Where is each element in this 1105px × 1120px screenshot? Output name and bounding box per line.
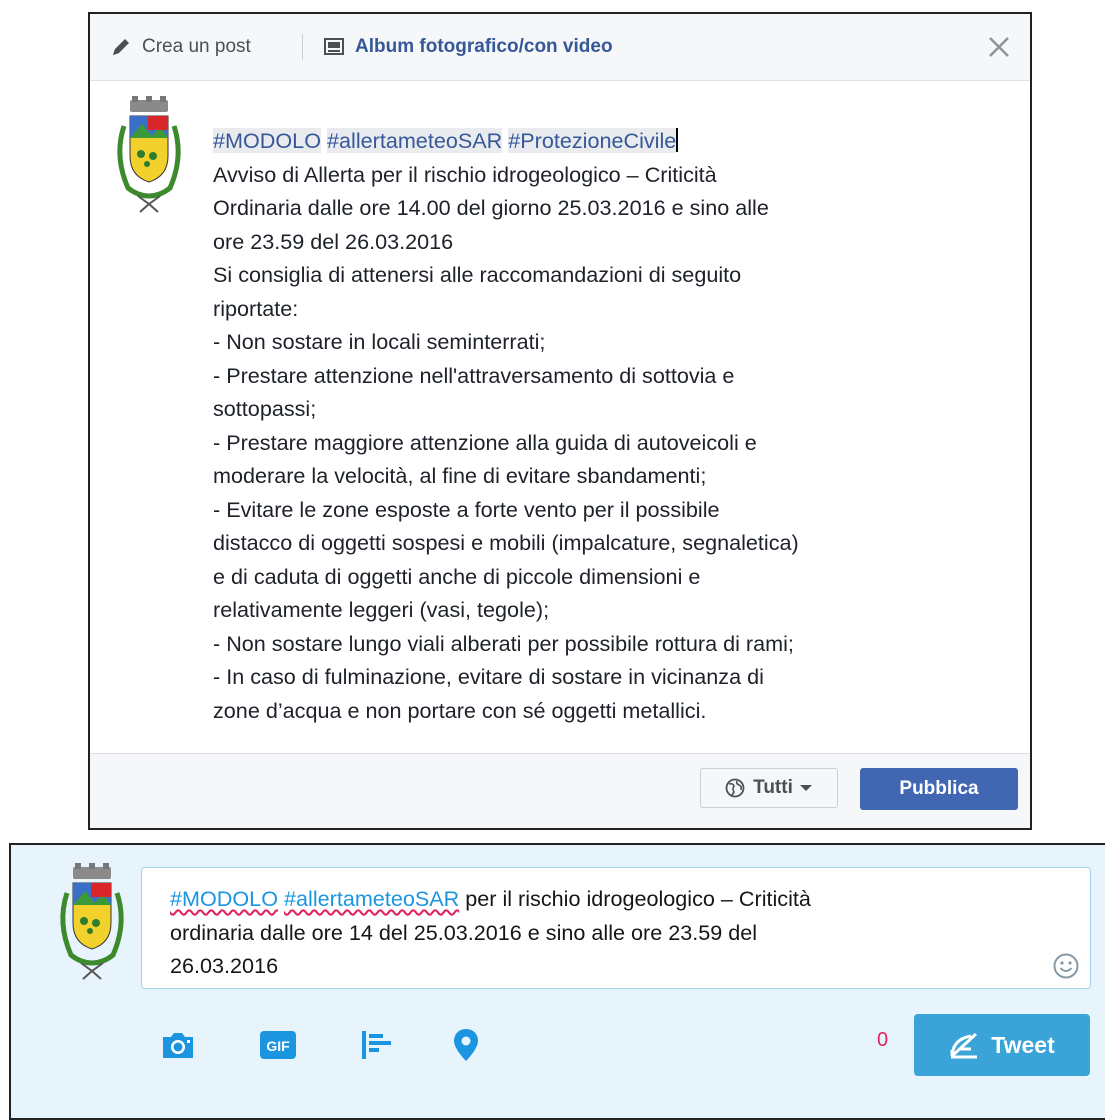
tweet-line-rest: per il rischio idrogeologico – Criticità <box>459 886 811 911</box>
post-line: moderare la velocità, al fine di evitare… <box>213 463 707 488</box>
camera-icon <box>163 1033 193 1058</box>
twitter-composer: #MODOLO #allertameteoSAR per il rischio … <box>9 843 1105 1120</box>
tab-create-post[interactable]: Crea un post <box>110 36 251 58</box>
album-icon <box>324 38 344 55</box>
hashtag-line: #MODOLO #allertameteoSAR #ProtezioneCivi… <box>213 124 993 158</box>
post-line: - Non sostare lungo viali alberati per p… <box>213 630 794 656</box>
close-icon[interactable] <box>984 32 1014 62</box>
post-line: - Evitare le zone esposte a forte vento … <box>213 496 720 522</box>
audience-selector[interactable]: Tutti <box>700 768 838 808</box>
tweet-text-box[interactable]: #MODOLO #allertameteoSAR per il rischio … <box>141 867 1091 989</box>
post-line: - Prestare maggiore attenzione alla guid… <box>213 429 757 455</box>
hashtag[interactable]: #MODOLO <box>213 128 321 153</box>
composer-tabs: Crea un post Album fotografico/con video <box>90 14 1030 81</box>
post-line: e di caduta di oggetti anche di piccole … <box>213 563 701 589</box>
hashtag[interactable]: #MODOLO <box>170 886 278 911</box>
post-line: - In caso di fulminazione, evitare di so… <box>213 664 764 689</box>
composer-footer: Tutti Pubblica <box>90 753 1030 828</box>
caret-down-icon <box>799 785 812 791</box>
tab-create-post-label: Crea un post <box>142 36 251 57</box>
feather-icon <box>950 1032 978 1059</box>
text-caret <box>676 128 679 152</box>
tweet-line: #MODOLO #allertameteoSAR per il rischio … <box>170 882 1000 916</box>
location-icon <box>454 1029 478 1061</box>
poll-icon <box>362 1031 391 1059</box>
emoji-icon[interactable] <box>1052 952 1080 980</box>
post-line: sottopassi; <box>213 396 317 421</box>
post-line: Ordinaria dalle ore 14.00 del giorno 25.… <box>213 195 769 220</box>
post-text-area[interactable]: #MODOLO #allertameteoSAR #ProtezioneCivi… <box>213 124 993 727</box>
tweet-text: #MODOLO #allertameteoSAR per il rischio … <box>170 882 1000 983</box>
audience-label: Tutti <box>753 777 793 798</box>
post-line: distacco di oggetti sospesi e mobili (im… <box>213 530 799 555</box>
post-line: Avviso di Allerta per il rischio idrogeo… <box>213 161 717 187</box>
pencil-icon <box>113 39 129 55</box>
post-line: - Prestare attenzione nell'attraversamen… <box>213 362 735 388</box>
post-line: riportate: <box>213 295 299 321</box>
hashtag[interactable]: #ProtezioneCivile <box>508 128 677 153</box>
location-button[interactable] <box>453 1025 479 1065</box>
post-line: - Non sostare in locali seminterrati; <box>213 329 546 354</box>
tweet-button[interactable]: Tweet <box>914 1014 1090 1076</box>
post-line: Si consiglia di attenersi alle raccomand… <box>213 262 742 287</box>
tweet-line: ordinaria dalle ore 14 del 25.03.2016 e … <box>170 919 758 945</box>
tab-separator <box>302 34 303 60</box>
poll-button[interactable] <box>361 1025 393 1065</box>
gif-icon: GIF <box>260 1031 296 1059</box>
post-line: relativamente leggeri (vasi, tegole); <box>213 597 550 622</box>
character-counter: 0 <box>877 1029 889 1051</box>
facebook-composer: Crea un post Album fotografico/con video <box>88 12 1032 830</box>
hashtag[interactable]: #allertameteoSAR <box>327 128 503 153</box>
hashtag[interactable]: #allertameteoSAR <box>284 886 459 911</box>
crest-logo <box>117 96 181 213</box>
gif-button[interactable]: GIF <box>259 1025 297 1065</box>
post-line: ore 23.59 del 26.03.2016 <box>213 228 454 254</box>
crest-logo <box>60 863 124 980</box>
globe-icon <box>725 778 745 798</box>
tweet-button-label: Tweet <box>991 1031 1055 1058</box>
tab-album[interactable]: Album fotografico/con video <box>323 36 613 58</box>
tab-album-label: Album fotografico/con video <box>355 36 613 57</box>
camera-button[interactable] <box>161 1025 195 1065</box>
publish-button[interactable]: Pubblica <box>860 768 1018 810</box>
svg-text:GIF: GIF <box>266 1038 290 1054</box>
post-line: zone d’acqua e non portare con sé oggett… <box>213 697 707 723</box>
tweet-line: 26.03.2016 <box>170 953 279 978</box>
